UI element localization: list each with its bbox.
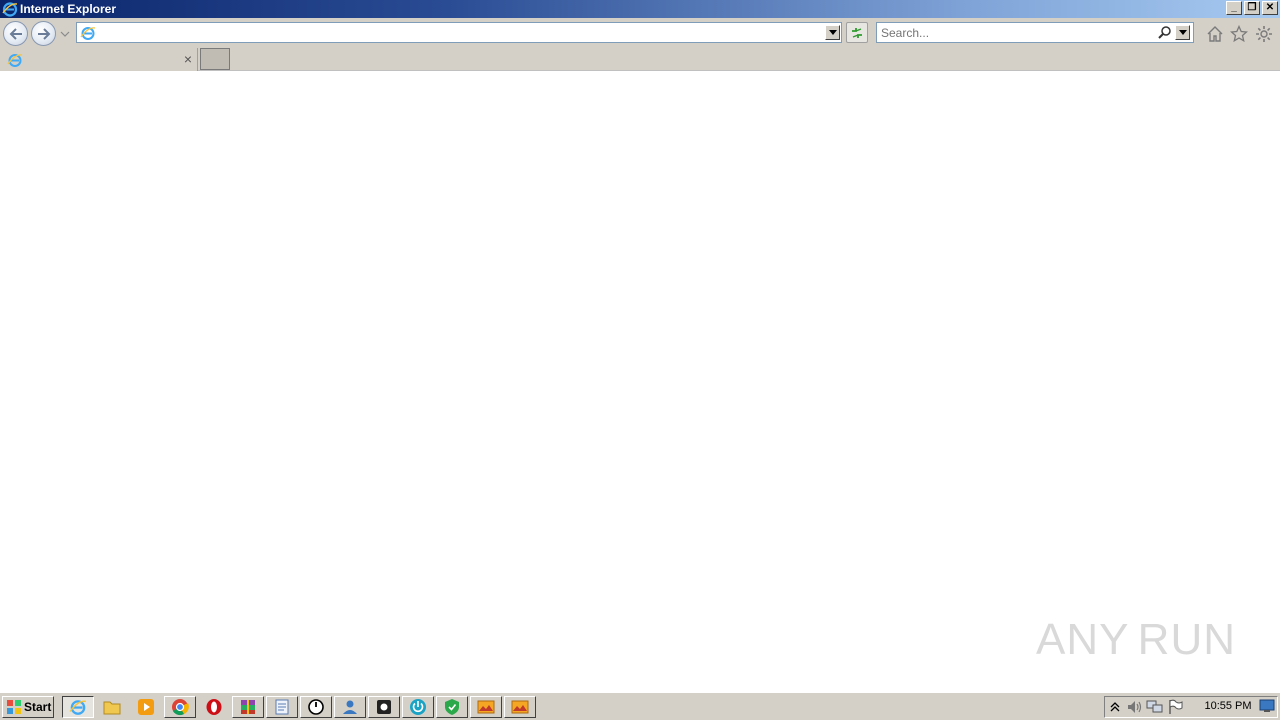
forward-button[interactable] [31,21,56,46]
address-input[interactable] [99,24,819,41]
star-icon [1230,25,1248,43]
refresh-icon [852,27,862,38]
desktop-icon [1259,699,1275,712]
back-arrow-icon [9,27,22,40]
camera-icon [377,700,391,714]
taskbar-notepad[interactable] [266,696,298,718]
network-button[interactable] [1145,697,1165,717]
picture-icon [511,700,529,714]
show-desktop-button[interactable] [1258,697,1276,715]
back-button[interactable] [3,21,28,46]
address-dropdown-button[interactable] [825,25,840,40]
taskbar-shield-app[interactable] [436,696,468,718]
tab-ie-icon [7,54,23,67]
opera-icon [206,699,222,715]
notepad-icon [275,699,289,715]
taskbar: Start 10:55 PM [0,692,1280,720]
compatibility-refresh-button[interactable] [846,22,868,43]
internet-explorer-icon [69,700,86,715]
chevron-down-icon [1178,29,1187,35]
taskbar-chrome[interactable] [164,696,196,718]
page-content[interactable] [0,71,1280,692]
navigation-bar [0,18,1280,47]
show-hidden-icons-button[interactable] [1105,697,1125,717]
tab-blank[interactable]: × [0,48,198,71]
start-button[interactable]: Start [2,696,54,718]
title-bar[interactable]: Internet Explorer _ ❐ ✕ [0,0,1280,18]
windows-logo-icon [7,700,21,714]
page-ie-icon [80,27,96,40]
start-label: Start [24,700,52,714]
action-center-button[interactable] [1165,697,1185,717]
taskbar-power-app[interactable] [402,696,434,718]
home-icon [1207,26,1223,42]
close-button[interactable]: ✕ [1262,1,1278,15]
picture-icon [477,700,495,714]
search-dropdown-button[interactable] [1175,25,1190,40]
tab-row: × [0,47,1280,71]
chevron-up-icon [1110,702,1120,712]
clock-icon [308,699,324,715]
chevron-down-icon [828,29,837,35]
address-bar[interactable] [76,22,842,43]
internet-explorer-icon [2,2,18,17]
anyrun-watermark: ANY RUN [1036,608,1236,672]
taskbar-opera[interactable] [198,696,230,718]
folder-icon [103,701,121,715]
user-installer-icon [343,700,357,714]
gear-icon [1256,26,1272,42]
taskbar-winrar[interactable] [232,696,264,718]
search-input[interactable] [881,24,1151,41]
search-box[interactable] [876,22,1194,43]
recent-pages-dropdown-icon[interactable] [60,29,70,39]
power-icon [410,699,426,715]
home-button[interactable] [1206,25,1224,43]
taskbar-picture-app[interactable] [470,696,502,718]
taskbar-installer[interactable] [334,696,366,718]
chrome-icon [172,699,189,716]
media-play-icon [138,699,154,715]
volume-button[interactable] [1125,697,1145,717]
watermark-text-right: RUN [1137,615,1236,664]
network-icon [1146,700,1163,713]
restore-button[interactable]: ❐ [1244,1,1260,15]
tools-button[interactable] [1255,25,1273,43]
taskbar-internet-explorer[interactable] [62,696,94,718]
search-icon[interactable] [1157,25,1173,41]
favorites-button[interactable] [1230,25,1248,43]
new-tab-button[interactable] [200,48,230,70]
forward-arrow-icon [37,27,50,40]
taskbar-media-player[interactable] [130,696,162,718]
speaker-icon [1128,701,1142,713]
watermark-text-left: ANY [1036,615,1130,664]
winrar-icon [241,700,255,714]
minimize-button[interactable]: _ [1226,1,1242,15]
taskbar-clock[interactable]: 10:55 PM [1200,697,1256,715]
taskbar-camera-app[interactable] [368,696,400,718]
taskbar-clock-app[interactable] [300,696,332,718]
shield-icon [445,699,459,715]
window-title: Internet Explorer [20,2,117,16]
browser-window: Internet Explorer _ ❐ ✕ Search... × ANY … [0,0,1280,720]
taskbar-file-explorer[interactable] [96,696,128,718]
tab-close-button[interactable]: × [182,51,194,67]
taskbar-picture-app-2[interactable] [504,696,536,718]
flag-icon [1169,699,1183,714]
